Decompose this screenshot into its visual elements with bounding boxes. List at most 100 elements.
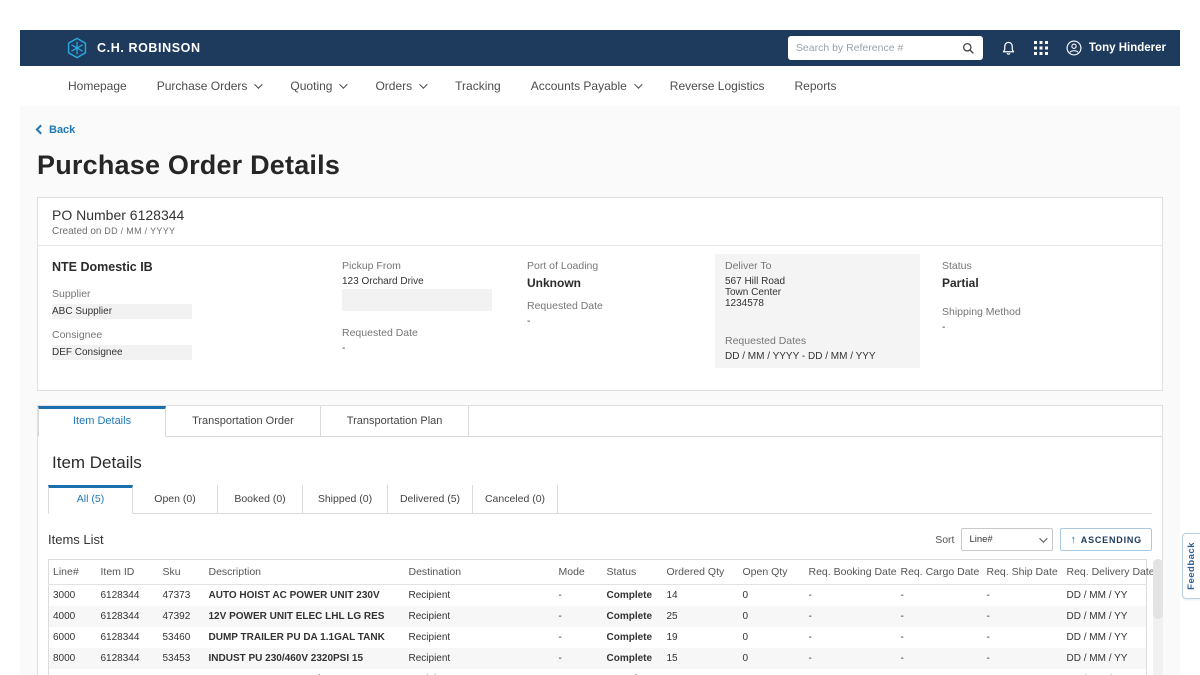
ascending-sort-button[interactable]: ↑ ASCENDING bbox=[1060, 528, 1152, 551]
col-header-open-qty[interactable]: Open Qty bbox=[739, 560, 805, 585]
tab-transportation-order[interactable]: Transportation Order bbox=[166, 406, 321, 436]
cell-status: Complete bbox=[603, 648, 663, 669]
notifications-button[interactable] bbox=[1001, 41, 1016, 56]
col-header-destination[interactable]: Destination bbox=[405, 560, 555, 585]
col-header-status[interactable]: Status bbox=[603, 560, 663, 585]
chevron-down-icon bbox=[1040, 534, 1048, 542]
col-header-description[interactable]: Description bbox=[205, 560, 405, 585]
col-header-req-ship-date[interactable]: Req. Ship Date bbox=[983, 560, 1063, 585]
top-bar: C.H. ROBINSON bbox=[20, 30, 1180, 66]
po-card-header: PO Number 6128344 Created on DD / MM / Y… bbox=[38, 198, 1162, 246]
page-content: Back Purchase Order Details PO Number 61… bbox=[20, 106, 1180, 675]
feedback-button[interactable]: Feedback bbox=[1182, 533, 1200, 599]
nav-item-tracking[interactable]: Tracking bbox=[455, 79, 501, 93]
nav-item-quoting[interactable]: Quoting bbox=[290, 79, 345, 93]
bell-icon bbox=[1001, 41, 1016, 56]
apps-menu-button[interactable] bbox=[1034, 41, 1048, 55]
table-row[interactable]: 8000 6128344 53453 INDUST PU 230/460V 23… bbox=[49, 648, 1147, 669]
vertical-scrollbar[interactable] bbox=[1153, 559, 1163, 675]
items-table-header-row: Line# Item ID Sku Description Destinatio… bbox=[49, 560, 1147, 585]
cell-item-id: 6128344 bbox=[97, 669, 159, 675]
subtab-booked[interactable]: Booked (0) bbox=[218, 485, 303, 513]
pickup-from-value: 123 Orchard Drive bbox=[342, 276, 527, 287]
tab-item-details[interactable]: Item Details bbox=[38, 406, 166, 437]
cell-req-ship-date: - bbox=[983, 606, 1063, 627]
po-summary-card: PO Number 6128344 Created on DD / MM / Y… bbox=[37, 197, 1163, 391]
col-header-req-cargo-date[interactable]: Req. Cargo Date bbox=[897, 560, 983, 585]
col-header-req-delivery-date[interactable]: Req. Delivery Date bbox=[1063, 560, 1147, 585]
cell-req-ship-date: - bbox=[983, 669, 1063, 675]
pickup-requested-date-label: Requested Date bbox=[342, 327, 527, 339]
search-box[interactable] bbox=[788, 36, 983, 60]
cell-destination: Recipient bbox=[405, 627, 555, 648]
cell-open-qty: 0 bbox=[739, 585, 805, 607]
cell-sku: 47349 bbox=[159, 669, 205, 675]
port-requested-date-value: - bbox=[527, 316, 715, 327]
back-link[interactable]: Back bbox=[37, 124, 75, 136]
subtab-open[interactable]: Open (0) bbox=[133, 485, 218, 513]
cell-status: Complete bbox=[603, 606, 663, 627]
cell-req-delivery-date: DD / MM / YY bbox=[1063, 669, 1147, 675]
nav-item-homepage[interactable]: Homepage bbox=[68, 79, 127, 93]
sort-select[interactable]: Line# bbox=[961, 528, 1053, 551]
cell-line: 10000 bbox=[49, 669, 97, 675]
cell-req-cargo-date: - bbox=[897, 648, 983, 669]
table-row[interactable]: 4000 6128344 47392 12V POWER UNIT ELEC L… bbox=[49, 606, 1147, 627]
chevron-left-icon bbox=[36, 125, 46, 135]
cell-destination: Recipient bbox=[405, 669, 555, 675]
cell-ordered-qty: 19 bbox=[663, 627, 739, 648]
cell-req-booking-date: - bbox=[805, 606, 897, 627]
brand[interactable]: C.H. ROBINSON bbox=[66, 37, 201, 59]
nav-item-orders[interactable]: Orders bbox=[375, 79, 425, 93]
table-row[interactable]: 6000 6128344 53460 DUMP TRAILER PU DA 1.… bbox=[49, 627, 1147, 648]
details-tabs-card: Item Details Transportation Order Transp… bbox=[37, 405, 1163, 675]
chrobinson-logo-icon bbox=[66, 37, 88, 59]
subtab-shipped[interactable]: Shipped (0) bbox=[303, 485, 388, 513]
nav-item-accounts-payable[interactable]: Accounts Payable bbox=[531, 79, 640, 93]
deliver-requested-dates-label: Requested Dates bbox=[725, 335, 910, 347]
col-header-ordered-qty[interactable]: Ordered Qty bbox=[663, 560, 739, 585]
tab-body: Item Details All (5) Open (0) Booked (0)… bbox=[38, 437, 1162, 675]
sort-select-value: Line# bbox=[969, 534, 992, 545]
col-header-sku[interactable]: Sku bbox=[159, 560, 205, 585]
nav-item-reports[interactable]: Reports bbox=[795, 79, 837, 93]
col-header-mode[interactable]: Mode bbox=[555, 560, 603, 585]
cell-req-ship-date: - bbox=[983, 627, 1063, 648]
tab-transportation-plan[interactable]: Transportation Plan bbox=[321, 406, 470, 436]
nav-item-purchase-orders[interactable]: Purchase Orders bbox=[157, 79, 261, 93]
table-row[interactable]: 10000 6128344 47349 BI-ROTATIONAL PUMP/M… bbox=[49, 669, 1147, 675]
col-header-line[interactable]: Line# bbox=[49, 560, 97, 585]
po-col-port: Port of Loading Unknown Requested Date - bbox=[527, 260, 715, 368]
chevron-down-icon bbox=[634, 80, 642, 88]
items-table: Line# Item ID Sku Description Destinatio… bbox=[48, 559, 1147, 675]
cell-req-cargo-date: - bbox=[897, 669, 983, 675]
cell-line: 4000 bbox=[49, 606, 97, 627]
cell-sku: 53460 bbox=[159, 627, 205, 648]
cell-req-ship-date: - bbox=[983, 585, 1063, 607]
cell-line: 3000 bbox=[49, 585, 97, 607]
col-header-item-id[interactable]: Item ID bbox=[97, 560, 159, 585]
nav-item-reverse-logistics[interactable]: Reverse Logistics bbox=[670, 79, 765, 93]
cell-mode: - bbox=[555, 606, 603, 627]
col-header-req-booking-date[interactable]: Req. Booking Date bbox=[805, 560, 897, 585]
cell-open-qty: 0 bbox=[739, 606, 805, 627]
feedback-label: Feedback bbox=[1186, 542, 1197, 590]
search-icon[interactable] bbox=[962, 42, 975, 55]
cell-open-qty: 0 bbox=[739, 627, 805, 648]
cell-description: DUMP TRAILER PU DA 1.1GAL TANK bbox=[205, 627, 405, 648]
order-type: NTE Domestic IB bbox=[52, 260, 342, 274]
cell-item-id: 6128344 bbox=[97, 627, 159, 648]
table-row[interactable]: 3000 6128344 47373 AUTO HOIST AC POWER U… bbox=[49, 585, 1147, 607]
po-col-deliver: Deliver To 567 Hill Road Town Center 123… bbox=[715, 254, 920, 368]
cell-req-delivery-date: DD / MM / YY bbox=[1063, 648, 1147, 669]
po-col-status: Status Partial Shipping Method - bbox=[920, 260, 1148, 368]
supplier-label: Supplier bbox=[52, 288, 342, 300]
search-input[interactable] bbox=[796, 42, 962, 54]
subtab-all[interactable]: All (5) bbox=[48, 485, 133, 514]
subtab-delivered[interactable]: Delivered (5) bbox=[388, 485, 473, 513]
user-menu[interactable]: Tony Hinderer bbox=[1066, 40, 1166, 56]
supplier-value: ABC Supplier bbox=[52, 304, 192, 319]
cell-ordered-qty: 18 bbox=[663, 669, 739, 675]
subtab-canceled[interactable]: Canceled (0) bbox=[473, 485, 558, 513]
cell-mode: - bbox=[555, 669, 603, 675]
